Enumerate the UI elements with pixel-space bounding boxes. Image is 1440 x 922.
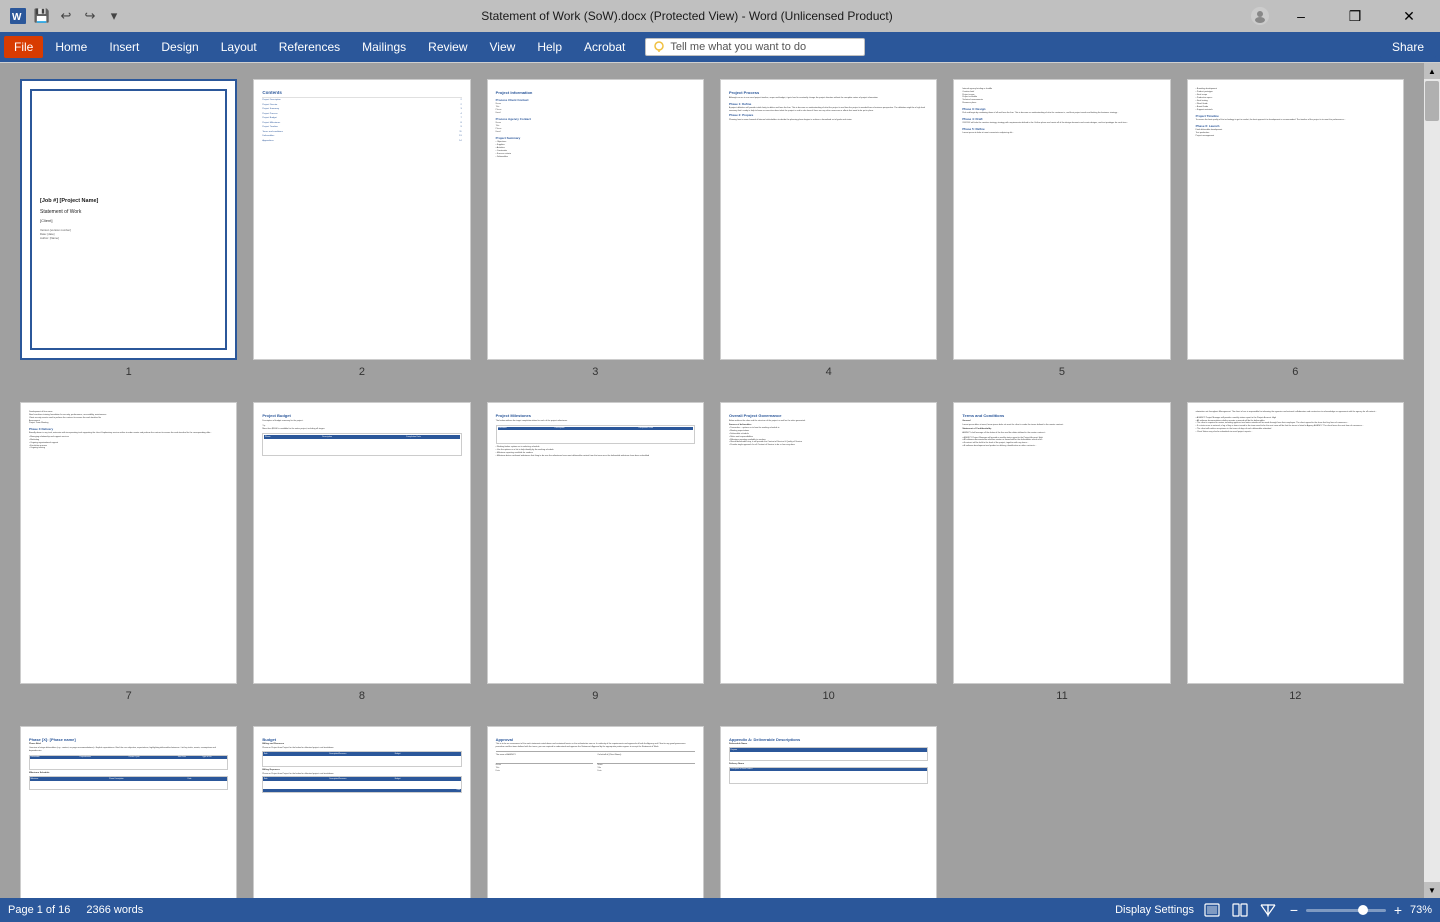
window-title: Statement of Work (SoW).docx (Protected … — [481, 9, 892, 23]
page-thumbnail-1[interactable]: [Job #] [Project Name] Statement of Work… — [20, 79, 237, 360]
page-thumbnail-8[interactable]: Project Budget Description of budget sum… — [253, 402, 470, 683]
zoom-out-button[interactable]: − — [1286, 902, 1302, 918]
lightbulb-icon — [654, 41, 666, 53]
page-thumbnail-9[interactable]: Project Milestones The below outlines th… — [487, 402, 704, 683]
page-container-5: Internal agency briefing or huddleCreati… — [953, 79, 1170, 378]
page-number-10: 10 — [823, 690, 835, 702]
minimize-button[interactable]: ‒ — [1278, 0, 1324, 32]
zoom-in-button[interactable]: + — [1390, 902, 1406, 918]
menu-layout[interactable]: Layout — [211, 36, 267, 58]
page-container-12: administer out throughout Management. Th… — [1187, 402, 1404, 701]
save-icon[interactable]: 💾 — [32, 6, 52, 26]
page-container-11: Terms and Conditions General Lorem ipsum… — [953, 402, 1170, 701]
menu-insert[interactable]: Insert — [99, 36, 149, 58]
page-container-2: Contents Project Description2 Project Di… — [253, 79, 470, 378]
main-area: [Job #] [Project Name] Statement of Work… — [0, 63, 1440, 898]
zoom-thumb[interactable] — [1358, 905, 1368, 915]
page-thumbnail-4[interactable]: Project Process Although we are in our u… — [720, 79, 937, 360]
restore-button[interactable]: ❒ — [1332, 0, 1378, 32]
search-box[interactable]: Tell me what you want to do — [645, 38, 865, 56]
page-thumbnail-10[interactable]: Overall Project Governance Below outline… — [720, 402, 937, 683]
redo-icon[interactable]: ↪ — [80, 6, 100, 26]
page-number-12: 12 — [1289, 690, 1301, 702]
print-layout-button[interactable] — [1202, 902, 1222, 918]
svg-text:W: W — [12, 12, 22, 23]
page-thumbnail-11[interactable]: Terms and Conditions General Lorem ipsum… — [953, 402, 1170, 683]
page-number-3: 3 — [592, 366, 598, 378]
display-settings[interactable]: Display Settings — [1115, 904, 1194, 916]
menu-design[interactable]: Design — [151, 36, 208, 58]
page-container-9: Project Milestones The below outlines th… — [487, 402, 704, 701]
title-bar: W 💾 ↩ ↪ ▾ Statement of Work (SoW).docx (… — [0, 0, 1440, 32]
scroll-track[interactable] — [1424, 79, 1440, 882]
page-number-6: 6 — [1292, 366, 1298, 378]
page-container-16: Appendix A: Deliverable Descriptions Del… — [720, 726, 937, 898]
page-number-4: 4 — [826, 366, 832, 378]
page-container-10: Overall Project Governance Below outline… — [720, 402, 937, 701]
page-thumbnail-2[interactable]: Contents Project Description2 Project Di… — [253, 79, 470, 360]
menu-references[interactable]: References — [269, 36, 350, 58]
word-count: 2366 words — [86, 904, 143, 916]
menu-review[interactable]: Review — [418, 36, 477, 58]
page-thumbnail-7[interactable]: Development of firm nameNew franchises t… — [20, 402, 237, 683]
menu-home[interactable]: Home — [45, 36, 97, 58]
word-logo-icon: W — [8, 6, 28, 26]
page-container-3: Project Information Process Client Conta… — [487, 79, 704, 378]
search-input[interactable]: Tell me what you want to do — [670, 41, 806, 53]
menu-help[interactable]: Help — [527, 36, 572, 58]
scroll-up-button[interactable]: ▲ — [1424, 63, 1440, 79]
page-thumbnail-16[interactable]: Appendix A: Deliverable Descriptions Del… — [720, 726, 937, 898]
scroll-thumb[interactable] — [1425, 81, 1439, 121]
page-number-9: 9 — [592, 690, 598, 702]
page-number-1: 1 — [126, 366, 132, 378]
page-container-4: Project Process Although we are in our u… — [720, 79, 937, 378]
ribbon: File Home Insert Design Layout Reference… — [0, 32, 1440, 63]
page-container-13: Phase [X]: [Phase name] Phase Brief Over… — [20, 726, 237, 898]
zoom-slider[interactable] — [1306, 909, 1386, 912]
page-container-7: Development of firm nameNew franchises t… — [20, 402, 237, 701]
page-thumbnail-5[interactable]: Internal agency briefing or huddleCreati… — [953, 79, 1170, 360]
page-number-7: 7 — [126, 690, 132, 702]
customize-icon[interactable]: ▾ — [104, 6, 124, 26]
page-container-1: [Job #] [Project Name] Statement of Work… — [20, 79, 237, 378]
zoom-percent: 73% — [1410, 904, 1432, 916]
menu-mailings[interactable]: Mailings — [352, 36, 416, 58]
status-bar-left: Page 1 of 16 2366 words — [8, 904, 143, 916]
menu-file[interactable]: File — [4, 36, 43, 58]
web-layout-button[interactable] — [1230, 902, 1250, 918]
page-thumbnail-13[interactable]: Phase [X]: [Phase name] Phase Brief Over… — [20, 726, 237, 898]
page-number-2: 2 — [359, 366, 365, 378]
document-canvas[interactable]: [Job #] [Project Name] Statement of Work… — [0, 63, 1424, 898]
page-container-14: Budget Billing and Resource Phase on Pro… — [253, 726, 470, 898]
status-bar: Page 1 of 16 2366 words Display Settings… — [0, 898, 1440, 922]
close-button[interactable]: ✕ — [1386, 0, 1432, 32]
page-thumbnail-3[interactable]: Project Information Process Client Conta… — [487, 79, 704, 360]
page-info: Page 1 of 16 — [8, 904, 70, 916]
share-button[interactable]: Share — [1380, 36, 1436, 58]
page-number-5: 5 — [1059, 366, 1065, 378]
page-number-8: 8 — [359, 690, 365, 702]
scroll-down-button[interactable]: ▼ — [1424, 882, 1440, 898]
title-bar-left: W 💾 ↩ ↪ ▾ — [8, 6, 124, 26]
page-thumbnail-15[interactable]: Approval This is to be an assessment of … — [487, 726, 704, 898]
menu-view[interactable]: View — [480, 36, 526, 58]
read-mode-button[interactable] — [1258, 902, 1278, 918]
zoom-control[interactable]: − + 73% — [1286, 902, 1432, 918]
menu-bar: File Home Insert Design Layout Reference… — [0, 32, 1440, 62]
page-thumbnail-6[interactable]: • Branding development• Product prototyp… — [1187, 79, 1404, 360]
title-bar-controls: ‒ ❒ ✕ — [1250, 0, 1432, 32]
user-icon[interactable] — [1250, 6, 1270, 26]
status-bar-right: Display Settings − + 73% — [1115, 902, 1432, 918]
vertical-scrollbar[interactable]: ▲ ▼ — [1424, 63, 1440, 898]
undo-icon[interactable]: ↩ — [56, 6, 76, 26]
page-number-11: 11 — [1056, 690, 1067, 702]
page-container-15: Approval This is to be an assessment of … — [487, 726, 704, 898]
menu-acrobat[interactable]: Acrobat — [574, 36, 635, 58]
page-container-6: • Branding development• Product prototyp… — [1187, 79, 1404, 378]
pages-grid: [Job #] [Project Name] Statement of Work… — [20, 79, 1404, 898]
page-thumbnail-12[interactable]: administer out throughout Management. Th… — [1187, 402, 1404, 683]
page-container-8: Project Budget Description of budget sum… — [253, 402, 470, 701]
page-thumbnail-14[interactable]: Budget Billing and Resource Phase on Pro… — [253, 726, 470, 898]
